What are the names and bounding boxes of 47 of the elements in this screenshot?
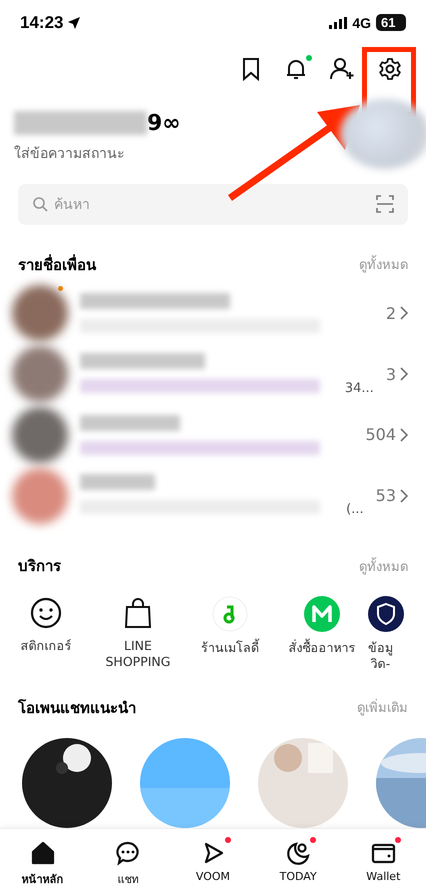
section-title: บริการ <box>18 556 61 578</box>
search-icon <box>32 196 48 212</box>
friend-avatar <box>12 285 68 342</box>
friend-row[interactable]: 504 <box>0 404 426 466</box>
status-message-placeholder[interactable]: ใส่ข้อความสถานะ <box>14 142 181 164</box>
friend-avatar <box>12 346 68 402</box>
status-time: 14:23 <box>20 12 82 33</box>
friend-avatar <box>12 406 68 463</box>
service-label[interactable]: สั่งซื้ออาหาร <box>288 640 356 656</box>
shield-icon <box>368 596 404 632</box>
tab-bar-item[interactable]: Wallet <box>348 839 418 883</box>
music-note-icon <box>212 596 248 632</box>
add-friend-icon[interactable] <box>330 56 356 81</box>
chevron-right-icon <box>400 367 408 382</box>
scan-icon[interactable] <box>376 195 394 214</box>
tab-bar-item[interactable]: หน้าหลัก <box>8 839 78 888</box>
settings-icon[interactable] <box>378 56 402 81</box>
group-count: 504 <box>365 425 408 444</box>
group-count: 3 <box>386 364 408 384</box>
tab-bar-item[interactable]: VOOM <box>178 839 248 883</box>
service-label[interactable]: LINE SHOPPING <box>106 638 170 670</box>
network-type: 4G <box>352 14 371 31</box>
service-label[interactable]: สติกเกอร์ <box>20 638 72 654</box>
group-count: 2 <box>386 304 408 323</box>
chevron-right-icon <box>400 428 408 442</box>
service-label[interactable]: ร้านเมโลดี้ <box>201 640 259 656</box>
bookmark-icon[interactable] <box>240 56 262 81</box>
message-snippet: (... <box>346 502 364 518</box>
profile-name: 9∞ <box>147 110 181 136</box>
message-snippet: 34... <box>344 380 374 396</box>
letter-m-logo-icon <box>304 596 340 632</box>
signal-icon <box>329 16 348 29</box>
tab-bar-item[interactable]: TODAY <box>263 839 334 883</box>
chevron-right-icon <box>400 488 408 503</box>
friend-avatar <box>12 468 68 524</box>
group-count: 53 <box>376 486 408 506</box>
friend-row[interactable]: 34... 3 <box>0 344 426 405</box>
section-title: โอเพนแชทแนะนำ <box>18 698 136 719</box>
battery-level: 61 <box>376 14 406 32</box>
smiley-icon <box>29 596 63 630</box>
friend-row[interactable]: 2 <box>0 282 426 344</box>
section-title: รายชื่อเพื่อน <box>18 253 96 276</box>
tab-bar-item[interactable]: แชท <box>92 839 163 888</box>
chevron-right-icon <box>400 306 408 320</box>
location-arrow-icon <box>67 16 82 30</box>
friend-row[interactable]: (... 53 <box>0 465 426 526</box>
service-label[interactable]: ข้อมู วิด- <box>368 640 393 672</box>
